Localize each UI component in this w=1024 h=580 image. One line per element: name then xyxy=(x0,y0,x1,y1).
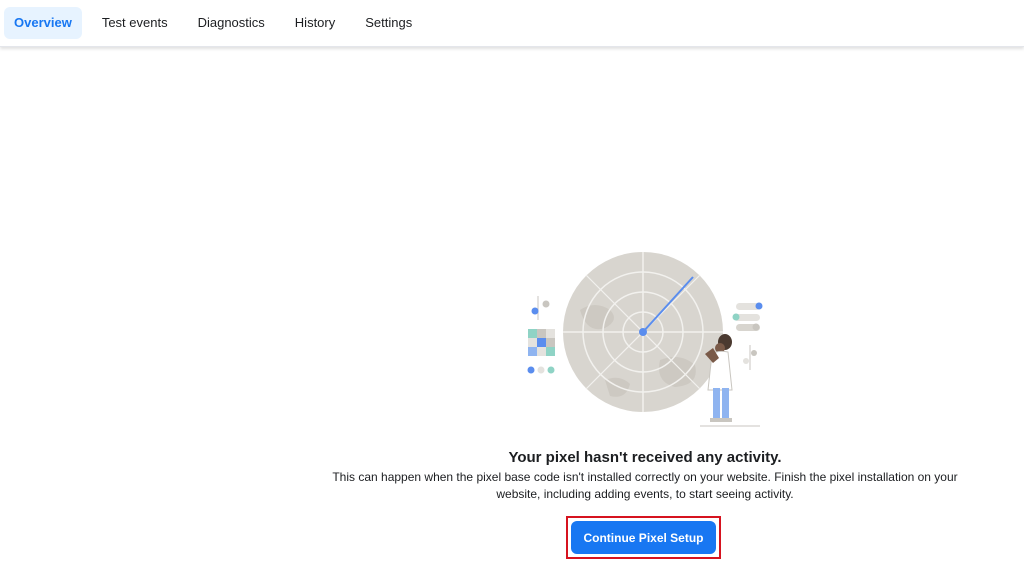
tab-list: Overview Test events Diagnostics History… xyxy=(0,0,1024,46)
right-decoration xyxy=(732,302,763,370)
empty-state: Your pixel hasn't received any activity.… xyxy=(325,449,965,503)
tab-diagnostics[interactable]: Diagnostics xyxy=(184,7,279,39)
left-decoration xyxy=(527,296,555,374)
empty-state-description: This can happen when the pixel base code… xyxy=(332,470,958,501)
empty-state-headline: Your pixel hasn't received any activity. xyxy=(508,449,782,466)
tab-bar: Overview Test events Diagnostics History… xyxy=(0,0,1024,47)
radar-graphic xyxy=(563,252,723,412)
tab-overview[interactable]: Overview xyxy=(4,7,82,39)
tab-history[interactable]: History xyxy=(281,7,349,39)
tab-settings[interactable]: Settings xyxy=(351,7,426,39)
highlight-box: Continue Pixel Setup xyxy=(566,516,721,559)
radar-scientist-illustration xyxy=(520,250,770,435)
tab-test-events[interactable]: Test events xyxy=(88,7,182,39)
continue-pixel-setup-button[interactable]: Continue Pixel Setup xyxy=(571,521,716,554)
